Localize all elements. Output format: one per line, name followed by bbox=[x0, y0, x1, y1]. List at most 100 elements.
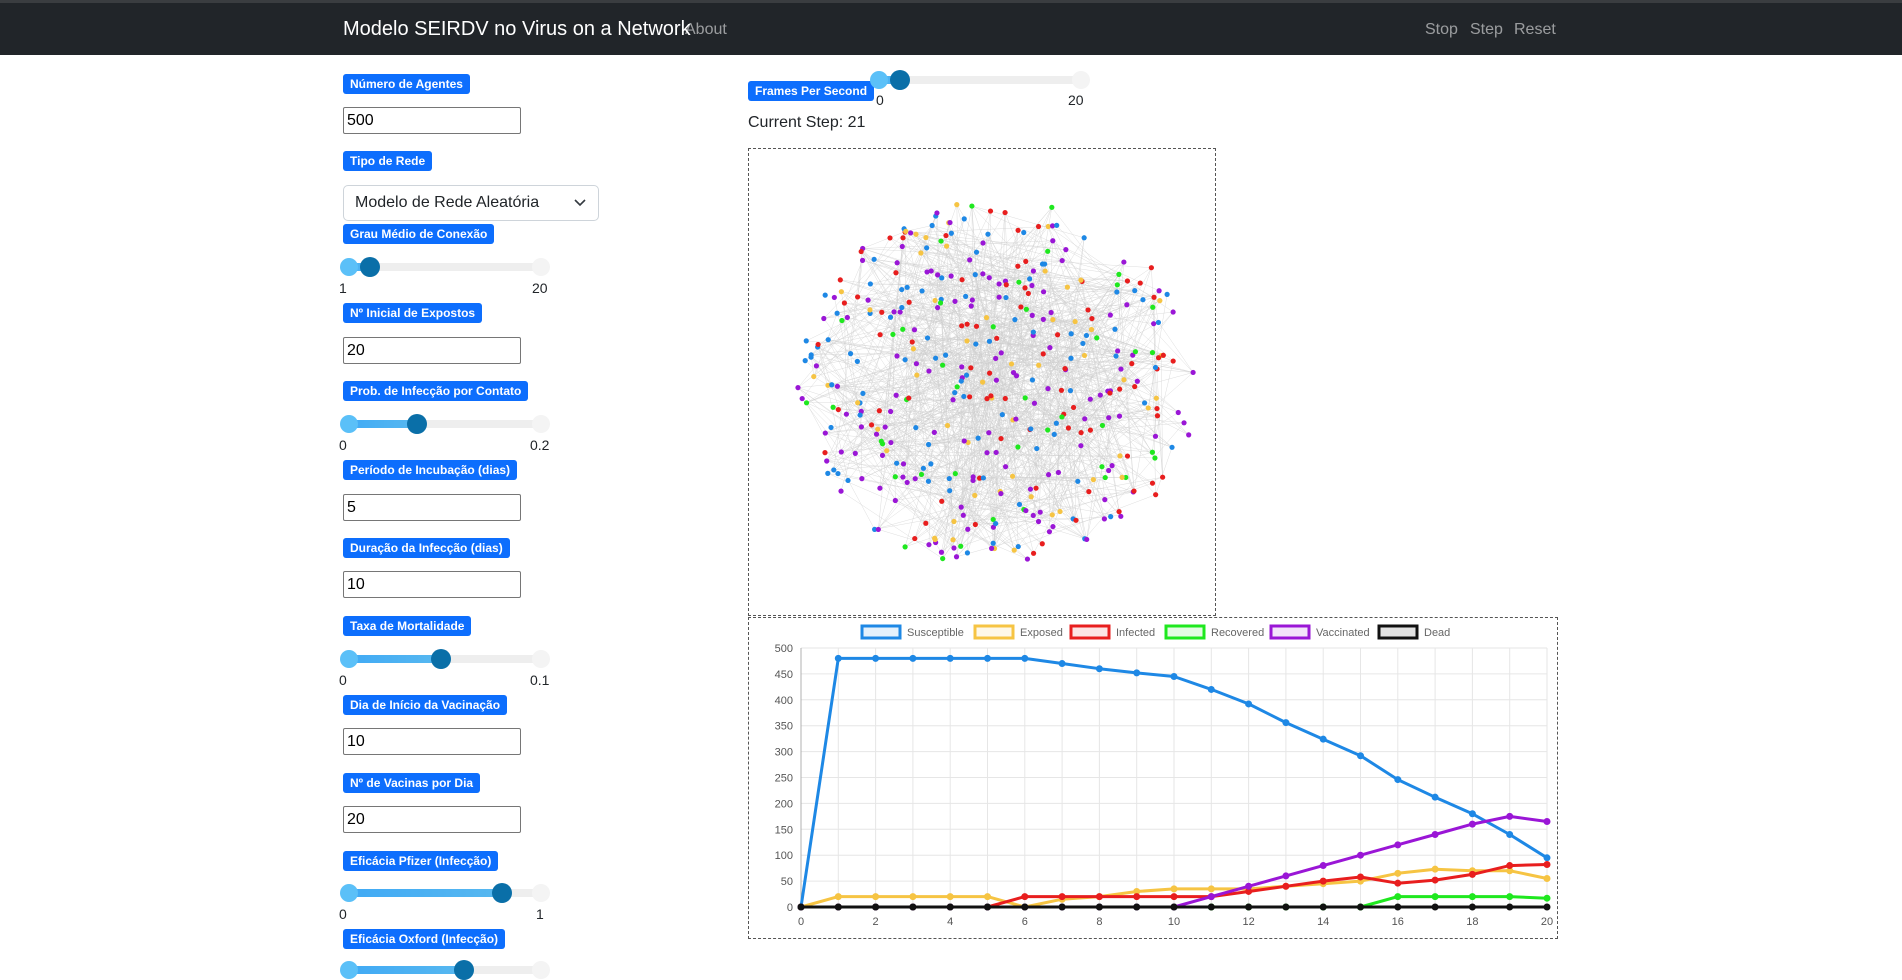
vaccines-per-day-input[interactable] bbox=[343, 806, 521, 833]
network-node-susceptible[interactable] bbox=[826, 337, 831, 342]
network-node-infected[interactable] bbox=[1153, 492, 1158, 497]
network-node-recovered[interactable] bbox=[1023, 395, 1028, 400]
network-node-recovered[interactable] bbox=[958, 544, 963, 549]
network-node-vaccinated[interactable] bbox=[939, 550, 944, 555]
network-node-vaccinated[interactable] bbox=[912, 327, 917, 332]
network-node-infected[interactable] bbox=[1117, 387, 1122, 392]
network-node-susceptible[interactable] bbox=[976, 436, 981, 441]
network-node-susceptible[interactable] bbox=[964, 373, 969, 378]
network-node-recovered[interactable] bbox=[804, 400, 809, 405]
network-node-susceptible[interactable] bbox=[831, 467, 836, 472]
network-node-vaccinated[interactable] bbox=[980, 240, 985, 245]
network-node-vaccinated[interactable] bbox=[1028, 487, 1033, 492]
network-node-susceptible[interactable] bbox=[974, 250, 979, 255]
network-node-susceptible[interactable] bbox=[835, 471, 840, 476]
network-node-vaccinated[interactable] bbox=[1191, 370, 1196, 375]
network-node-exposed[interactable] bbox=[923, 235, 928, 240]
network-node-vaccinated[interactable] bbox=[952, 299, 957, 304]
network-node-infected[interactable] bbox=[1155, 413, 1160, 418]
network-node-infected[interactable] bbox=[842, 300, 847, 305]
infection-prob-slider[interactable] bbox=[342, 414, 548, 434]
network-node-susceptible[interactable] bbox=[1108, 514, 1113, 519]
network-node-vaccinated[interactable] bbox=[893, 498, 898, 503]
network-node-vaccinated[interactable] bbox=[1029, 283, 1034, 288]
network-node-exposed[interactable] bbox=[984, 315, 989, 320]
avg-degree-slider[interactable] bbox=[342, 257, 548, 277]
network-node-vaccinated[interactable] bbox=[1124, 302, 1129, 307]
network-node-vaccinated[interactable] bbox=[859, 476, 864, 481]
network-node-vaccinated[interactable] bbox=[1023, 508, 1028, 513]
network-node-exposed[interactable] bbox=[1117, 453, 1122, 458]
network-node-recovered[interactable] bbox=[1099, 464, 1104, 469]
network-node-vaccinated[interactable] bbox=[1109, 463, 1114, 468]
network-node-infected[interactable] bbox=[912, 536, 917, 541]
network-node-susceptible[interactable] bbox=[1031, 329, 1036, 334]
network-node-vaccinated[interactable] bbox=[967, 257, 972, 262]
network-node-susceptible[interactable] bbox=[1156, 320, 1161, 325]
network-node-vaccinated[interactable] bbox=[795, 385, 800, 390]
network-node-recovered[interactable] bbox=[1152, 455, 1157, 460]
network-node-recovered[interactable] bbox=[1150, 350, 1155, 355]
network-node-infected[interactable] bbox=[1018, 304, 1023, 309]
network-node-exposed[interactable] bbox=[1010, 474, 1015, 479]
network-node-exposed[interactable] bbox=[951, 519, 956, 524]
network-node-exposed[interactable] bbox=[1082, 353, 1087, 358]
network-node-vaccinated[interactable] bbox=[997, 281, 1002, 286]
network-node-infected[interactable] bbox=[1033, 486, 1038, 491]
network-node-susceptible[interactable] bbox=[933, 356, 938, 361]
network-node-infected[interactable] bbox=[959, 323, 964, 328]
network-node-exposed[interactable] bbox=[933, 537, 938, 542]
network-node-recovered[interactable] bbox=[1045, 249, 1050, 254]
network-node-vaccinated[interactable] bbox=[838, 489, 843, 494]
network-node-exposed[interactable] bbox=[950, 537, 955, 542]
network-node-vaccinated[interactable] bbox=[970, 297, 975, 302]
network-node-vaccinated[interactable] bbox=[1032, 401, 1037, 406]
network-node-infected[interactable] bbox=[968, 365, 973, 370]
network-node-vaccinated[interactable] bbox=[998, 491, 1003, 496]
network-node-vaccinated[interactable] bbox=[1041, 317, 1046, 322]
network-node-susceptible[interactable] bbox=[1017, 502, 1022, 507]
network-node-vaccinated[interactable] bbox=[835, 384, 840, 389]
network-node-infected[interactable] bbox=[1149, 265, 1154, 270]
network-node-recovered[interactable] bbox=[1015, 444, 1020, 449]
network-node-vaccinated[interactable] bbox=[1047, 529, 1052, 534]
network-node-exposed[interactable] bbox=[1146, 405, 1151, 410]
network-node-recovered[interactable] bbox=[1133, 349, 1138, 354]
network-node-infected[interactable] bbox=[967, 394, 972, 399]
network-node-recovered[interactable] bbox=[1059, 414, 1064, 419]
network-node-susceptible[interactable] bbox=[947, 476, 952, 481]
network-node-exposed[interactable] bbox=[1029, 494, 1034, 499]
network-node-vaccinated[interactable] bbox=[934, 210, 939, 215]
network-node-vaccinated[interactable] bbox=[883, 424, 888, 429]
network-node-susceptible[interactable] bbox=[1003, 295, 1008, 300]
network-node-infected[interactable] bbox=[1041, 351, 1046, 356]
network-node-susceptible[interactable] bbox=[905, 285, 910, 290]
network-node-infected[interactable] bbox=[1151, 295, 1156, 300]
network-node-vaccinated[interactable] bbox=[926, 368, 931, 373]
network-node-infected[interactable] bbox=[1031, 551, 1036, 556]
network-node-exposed[interactable] bbox=[1012, 548, 1017, 553]
nav-about-link[interactable]: About bbox=[685, 21, 727, 39]
network-node-vaccinated[interactable] bbox=[993, 356, 998, 361]
network-node-vaccinated[interactable] bbox=[926, 542, 931, 547]
network-node-exposed[interactable] bbox=[1065, 285, 1070, 290]
network-node-vaccinated[interactable] bbox=[1181, 420, 1186, 425]
network-node-susceptible[interactable] bbox=[803, 358, 808, 363]
network-node-vaccinated[interactable] bbox=[1115, 348, 1120, 353]
network-node-vaccinated[interactable] bbox=[1038, 510, 1043, 515]
slider-thumb[interactable] bbox=[360, 257, 380, 277]
network-node-infected[interactable] bbox=[836, 407, 841, 412]
network-node-susceptible[interactable] bbox=[981, 475, 986, 480]
network-node-susceptible[interactable] bbox=[965, 550, 970, 555]
network-node-infected[interactable] bbox=[1022, 285, 1027, 290]
network-node-vaccinated[interactable] bbox=[894, 393, 899, 398]
network-node-exposed[interactable] bbox=[944, 244, 949, 249]
network-node-vaccinated[interactable] bbox=[860, 258, 865, 263]
network-node-vaccinated[interactable] bbox=[900, 244, 905, 249]
network-node-exposed[interactable] bbox=[1119, 475, 1124, 480]
pfizer-efficacy-slider[interactable] bbox=[342, 883, 548, 903]
network-node-exposed[interactable] bbox=[811, 374, 816, 379]
network-node-infected[interactable] bbox=[1129, 361, 1134, 366]
network-node-susceptible[interactable] bbox=[919, 288, 924, 293]
fps-slider[interactable] bbox=[872, 70, 1088, 90]
